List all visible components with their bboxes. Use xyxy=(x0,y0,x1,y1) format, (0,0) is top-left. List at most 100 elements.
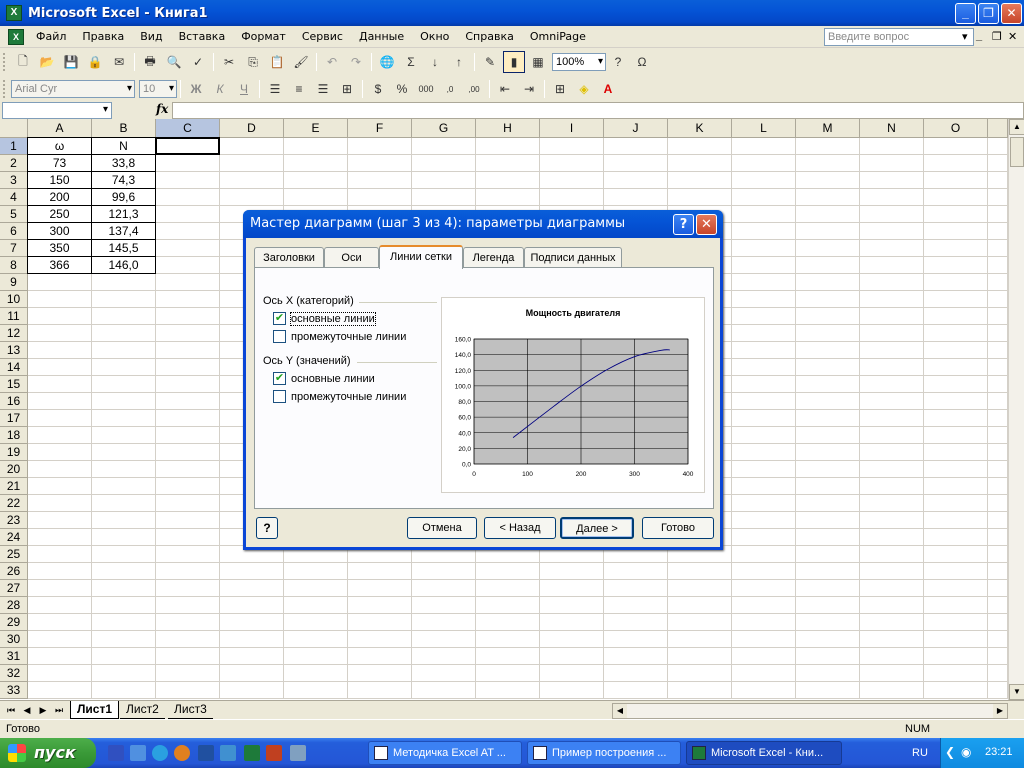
cell[interactable] xyxy=(988,257,1008,274)
row-header[interactable]: 28 xyxy=(0,597,28,614)
cell[interactable] xyxy=(796,240,860,257)
cell[interactable] xyxy=(732,393,796,410)
row-header[interactable]: 24 xyxy=(0,529,28,546)
formula-input[interactable] xyxy=(172,102,1024,119)
checkbox-box[interactable]: ✔ xyxy=(273,312,286,325)
cell[interactable] xyxy=(92,648,156,665)
row-header[interactable]: 33 xyxy=(0,682,28,699)
menu-format[interactable]: Формат xyxy=(233,30,294,43)
cell[interactable] xyxy=(28,563,92,580)
cell[interactable] xyxy=(604,189,668,206)
cell[interactable] xyxy=(476,631,540,648)
cell[interactable] xyxy=(732,478,796,495)
next-sheet-icon[interactable]: ▶ xyxy=(36,703,50,717)
cell[interactable] xyxy=(412,648,476,665)
cell[interactable] xyxy=(28,614,92,631)
language-indicator[interactable]: RU xyxy=(912,747,928,759)
cell[interactable] xyxy=(156,240,220,257)
cancel-button[interactable]: Отмена xyxy=(407,517,477,539)
menu-data[interactable]: Данные xyxy=(351,30,412,43)
cell[interactable] xyxy=(156,257,220,274)
cell[interactable] xyxy=(348,189,412,206)
row-header[interactable]: 6 xyxy=(0,223,28,240)
chart-wizard-icon[interactable]: ▮ xyxy=(503,51,525,73)
cell[interactable] xyxy=(860,206,924,223)
cell[interactable] xyxy=(860,155,924,172)
cell[interactable] xyxy=(284,597,348,614)
cell[interactable]: 145,5 xyxy=(92,240,156,257)
cell[interactable] xyxy=(156,529,220,546)
cell[interactable] xyxy=(92,614,156,631)
cell[interactable] xyxy=(476,172,540,189)
cell[interactable] xyxy=(668,614,732,631)
cell[interactable] xyxy=(476,597,540,614)
word-icon[interactable] xyxy=(198,745,214,761)
cell[interactable] xyxy=(348,682,412,699)
cell[interactable] xyxy=(796,325,860,342)
cell[interactable] xyxy=(924,325,988,342)
menu-omnipage[interactable]: OmniPage xyxy=(522,30,594,43)
cell[interactable] xyxy=(28,342,92,359)
merge-center-icon[interactable]: ⊞ xyxy=(336,78,358,100)
cell[interactable] xyxy=(860,240,924,257)
row-header[interactable]: 9 xyxy=(0,274,28,291)
cell[interactable] xyxy=(988,614,1008,631)
cell[interactable] xyxy=(476,155,540,172)
cell[interactable] xyxy=(668,155,732,172)
column-header[interactable]: D xyxy=(220,119,284,138)
row-header[interactable]: 23 xyxy=(0,512,28,529)
cell[interactable] xyxy=(924,648,988,665)
tab-titles[interactable]: Заголовки xyxy=(254,247,324,268)
cell[interactable] xyxy=(988,342,1008,359)
cell[interactable] xyxy=(156,189,220,206)
cell[interactable] xyxy=(92,342,156,359)
select-all-corner[interactable] xyxy=(0,119,28,138)
cell[interactable] xyxy=(796,546,860,563)
cell[interactable] xyxy=(156,682,220,699)
menu-insert[interactable]: Вставка xyxy=(171,30,234,43)
cell[interactable] xyxy=(604,614,668,631)
cell[interactable] xyxy=(92,427,156,444)
cell[interactable] xyxy=(796,155,860,172)
cell[interactable] xyxy=(28,376,92,393)
cell[interactable] xyxy=(860,325,924,342)
row-header[interactable]: 5 xyxy=(0,206,28,223)
cell[interactable] xyxy=(860,342,924,359)
cell[interactable] xyxy=(284,138,348,155)
cell[interactable] xyxy=(860,410,924,427)
cell[interactable] xyxy=(156,427,220,444)
cell[interactable] xyxy=(348,665,412,682)
cell[interactable] xyxy=(860,682,924,699)
cell[interactable] xyxy=(92,597,156,614)
cell[interactable] xyxy=(988,393,1008,410)
name-box[interactable] xyxy=(2,102,112,119)
cell[interactable] xyxy=(156,308,220,325)
cell[interactable] xyxy=(604,631,668,648)
align-left-icon[interactable]: ☰ xyxy=(264,78,286,100)
cell[interactable] xyxy=(988,410,1008,427)
tab-gridlines[interactable]: Линии сетки xyxy=(379,245,463,269)
row-header[interactable]: 7 xyxy=(0,240,28,257)
cell[interactable] xyxy=(924,189,988,206)
cell[interactable] xyxy=(732,410,796,427)
cell[interactable] xyxy=(604,155,668,172)
tab-legend[interactable]: Легенда xyxy=(463,247,524,268)
cell[interactable] xyxy=(92,325,156,342)
cell[interactable] xyxy=(796,580,860,597)
task-button-3[interactable]: Microsoft Excel - Кни... xyxy=(686,741,842,765)
cell[interactable] xyxy=(796,648,860,665)
cell[interactable] xyxy=(924,682,988,699)
cell[interactable] xyxy=(860,223,924,240)
menu-window[interactable]: Окно xyxy=(412,30,457,43)
cell[interactable] xyxy=(220,614,284,631)
next-button[interactable]: Далее > xyxy=(560,517,634,539)
cell[interactable] xyxy=(732,631,796,648)
cell[interactable] xyxy=(732,172,796,189)
column-header[interactable]: C xyxy=(156,119,220,138)
cell[interactable] xyxy=(860,274,924,291)
cell[interactable] xyxy=(860,563,924,580)
row-header[interactable]: 12 xyxy=(0,325,28,342)
open-icon[interactable]: 📂 xyxy=(36,51,58,73)
prev-sheet-icon[interactable]: ◀ xyxy=(20,703,34,717)
cell[interactable] xyxy=(476,648,540,665)
